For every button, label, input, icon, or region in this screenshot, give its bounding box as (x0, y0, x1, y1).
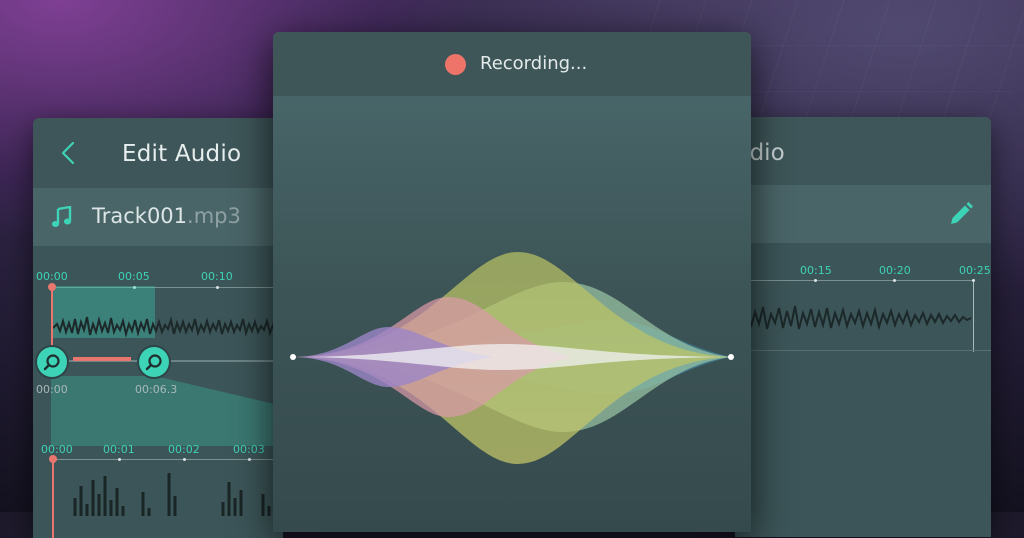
pencil-icon[interactable] (948, 201, 974, 227)
edit-audio-header: Edit Audio (33, 118, 283, 188)
ruler-tick-label: 00:05 (118, 270, 150, 283)
ruler-marker (183, 458, 186, 461)
magnifier-icon (145, 354, 162, 371)
playhead-handle[interactable] (48, 283, 56, 291)
waveform-detail[interactable] (53, 468, 283, 518)
ruler-tick-label: 00:15 (800, 264, 832, 277)
ruler-marker (814, 279, 817, 282)
track-filename: Track001.mp3 (92, 204, 241, 228)
timeline-ruler (735, 280, 975, 281)
chevron-left-icon[interactable] (57, 140, 81, 166)
recording-status: Recording... (480, 53, 588, 74)
detail-playhead-handle[interactable] (49, 455, 57, 463)
ruler-tick-label: 00:02 (168, 443, 200, 456)
zoom-end-handle[interactable] (139, 347, 169, 377)
magnifier-icon (43, 354, 60, 371)
recording-visualizer (290, 252, 734, 464)
secondary-header: udio (735, 117, 991, 185)
recording-screen: Recording... (273, 32, 751, 532)
selection-end-time: 00:06.3 (135, 383, 178, 396)
waveform-overview[interactable] (735, 289, 975, 349)
ruler-marker (248, 458, 251, 461)
page-title: Edit Audio (122, 141, 242, 167)
zoom-start-handle[interactable] (37, 347, 67, 377)
ruler-tick-label: 00:10 (201, 270, 233, 283)
ruler-tick-label: 00:03 (233, 443, 265, 456)
edit-audio-screen-secondary: udio 00:15 00:20 00:25 (735, 117, 991, 537)
track-name-base: Track001 (92, 204, 188, 228)
selection-start-time: 00:00 (36, 383, 68, 396)
edit-audio-screen: Edit Audio Track001.mp3 00:00 00:05 00:1… (33, 118, 283, 538)
ruler-marker (118, 458, 121, 461)
music-note-icon (51, 206, 72, 227)
track-name-extension: .mp3 (187, 204, 241, 228)
track-row[interactable]: Track001.mp3 (33, 188, 283, 246)
ruler-tick-label: 00:25 (959, 264, 991, 277)
recording-header: Recording... (273, 32, 751, 96)
ruler-marker (893, 279, 896, 282)
ruler-tick-label: 00:00 (41, 443, 73, 456)
record-indicator-icon (445, 54, 466, 75)
ruler-tick-label: 00:01 (103, 443, 135, 456)
ruler-tick-label: 00:20 (879, 264, 911, 277)
panel-divider (735, 350, 991, 351)
ruler-tick-label: 00:00 (36, 270, 68, 283)
